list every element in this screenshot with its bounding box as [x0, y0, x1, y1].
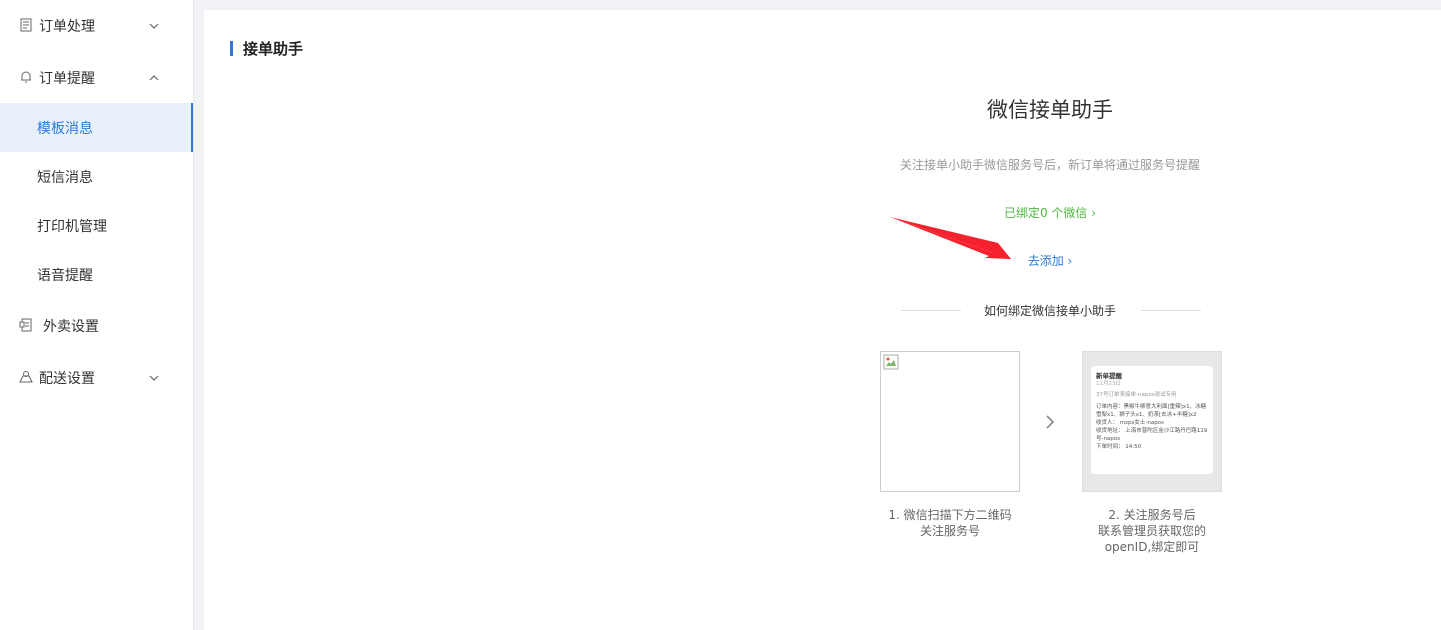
- document-icon: [20, 18, 32, 32]
- step2-line2: 联系管理员获取您的: [1097, 524, 1206, 538]
- title-accent-bar: [230, 40, 233, 56]
- step1-caption: 1. 微信扫描下方二维码 关注服务号: [870, 507, 1030, 539]
- bound-wechat-link[interactable]: 已绑定0 个微信 ›: [880, 204, 1220, 221]
- bell-icon: [21, 71, 31, 83]
- section-title: 接单助手: [230, 39, 304, 58]
- sidebar-item-label: 模板消息: [37, 120, 93, 137]
- sidebar-item-label: 短信消息: [37, 169, 93, 186]
- sidebar-item-voice-reminder[interactable]: 语音提醒: [0, 250, 193, 299]
- menu-group-label: 订单处理: [39, 19, 95, 35]
- main-content: 接单助手 微信接单助手 关注接单小助手微信服务号后，新订单将通过服务号提醒 已绑…: [204, 10, 1441, 630]
- menu-group-order-processing[interactable]: 订单处理: [0, 0, 193, 52]
- sidebar-item-template-message[interactable]: 模板消息: [0, 103, 193, 152]
- sidebar-item-sms-message[interactable]: 短信消息: [0, 152, 193, 201]
- sidebar-item-label: 打印机管理: [37, 218, 107, 235]
- menu-group-label: 配送设置: [39, 371, 95, 387]
- chevron-down-icon: [149, 375, 159, 381]
- menu-group-label: 订单提醒: [39, 71, 95, 87]
- menu-group-label: 外卖设置: [43, 319, 99, 335]
- section-title-text: 接单助手: [243, 39, 304, 58]
- menu-group-takeout-settings[interactable]: 外卖设置: [0, 300, 193, 352]
- preview-subtitle: 37号订单来接单-napos测试专用: [1096, 392, 1177, 399]
- notification-card: 新单提醒 11月23日 37号订单来接单-napos测试专用 订单内容：黑椒牛柳…: [1091, 366, 1213, 474]
- notification-preview-image: 新单提醒 11月23日 37号订单来接单-napos测试专用 订单内容：黑椒牛柳…: [1082, 351, 1222, 492]
- map-icon: [19, 371, 33, 383]
- step2-caption: 2. 关注服务号后 联系管理员获取您的 openID,绑定即可: [1072, 507, 1232, 555]
- preview-content: 订单内容：黑椒牛柳意大利面[重辣]x1、冰糖雪梨x1、狮子头x1、奶茶[去冰+半…: [1096, 404, 1207, 419]
- step2-line1: 2. 关注服务号后: [1108, 508, 1196, 522]
- menu-group-order-reminder[interactable]: 订单提醒: [0, 52, 193, 104]
- description-text: 关注接单小助手微信服务号后，新订单将通过服务号提醒: [899, 158, 1200, 172]
- step1-line1: 1. 微信扫描下方二维码: [888, 508, 1012, 522]
- chevron-down-icon: [149, 23, 159, 29]
- divider-right: [1141, 310, 1201, 311]
- sidebar-item-label: 语音提醒: [37, 267, 93, 284]
- add-link[interactable]: 去添加 ›: [880, 252, 1220, 269]
- sidebar-item-printer-management[interactable]: 打印机管理: [0, 201, 193, 250]
- sidebar: 订单处理 订单提醒 模板消息 短信消息 打印机管理 语音提醒 外卖设置 配送设置: [0, 0, 194, 630]
- preview-date: 11月23日: [1096, 381, 1121, 388]
- menu-group-delivery-settings[interactable]: 配送设置: [0, 352, 193, 404]
- preview-title: 新单提醒: [1096, 372, 1122, 380]
- preview-address: 收货地址： 上海市普陀区金沙江路丹巴路119号-napos: [1096, 428, 1208, 443]
- step1-line2: 关注服务号: [919, 524, 980, 538]
- step2-line3: openID,绑定即可: [1104, 540, 1200, 554]
- chevron-right-icon: [1046, 415, 1055, 429]
- delivery-settings-icon: [19, 318, 32, 332]
- preview-time: 下单时间： 14:50: [1096, 444, 1142, 451]
- chevron-up-icon: [149, 75, 159, 81]
- broken-image-icon: [883, 354, 899, 370]
- qr-code-image: [880, 351, 1020, 492]
- page-title: 微信接单助手: [987, 98, 1113, 122]
